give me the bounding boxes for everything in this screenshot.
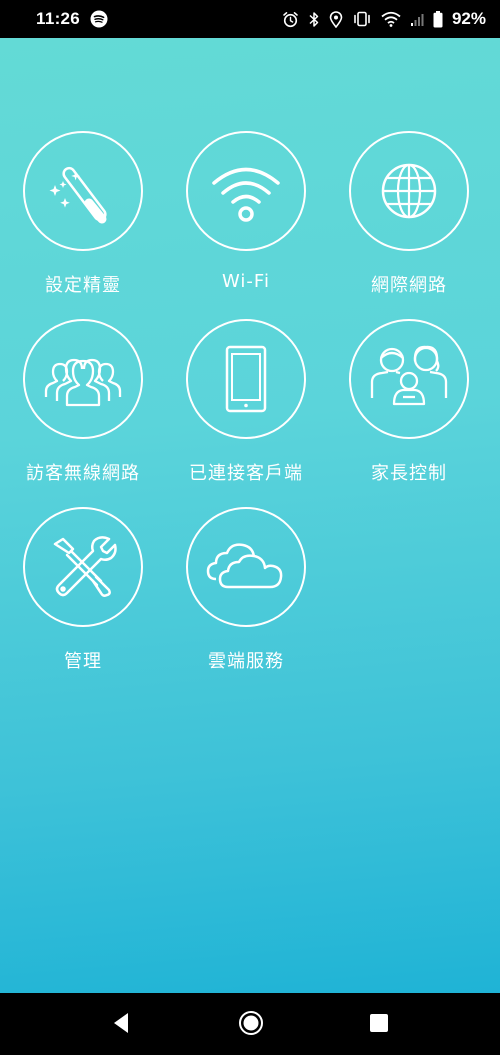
status-time: 11:26 [36, 9, 81, 28]
tile-parental-controls[interactable]: 家長控制 [327, 319, 491, 499]
tile-guest-network[interactable]: 訪客無線網路 [1, 319, 165, 499]
tablet-icon [206, 339, 286, 419]
location-icon [329, 10, 343, 28]
globe-icon [369, 151, 449, 231]
tile-label: 已連接客戶端 [189, 463, 303, 484]
tile-label: 雲端服務 [208, 651, 284, 672]
status-left: 11:26 [36, 9, 108, 29]
wifi-signal-icon [381, 11, 401, 27]
tile-circle [23, 131, 143, 251]
tile-setup-wizard[interactable]: 設定精靈 [1, 131, 165, 311]
tile-management[interactable]: 管理 [1, 507, 165, 687]
tile-label: Wi-Fi [222, 271, 270, 292]
family-icon [364, 334, 454, 424]
wifi-icon [206, 151, 286, 231]
tile-label: 設定精靈 [45, 275, 121, 296]
status-right: 92% [282, 9, 486, 29]
cell-signal-icon [410, 12, 424, 27]
tile-wifi[interactable]: Wi-Fi [164, 131, 328, 311]
tile-label: 家長控制 [371, 463, 447, 484]
tile-circle [23, 507, 143, 627]
tile-label: 管理 [64, 651, 102, 672]
tile-circle [186, 131, 306, 251]
recents-icon[interactable] [369, 1013, 389, 1037]
main-menu-grid: 設定精靈 Wi-Fi 網際網路 訪客無線網路 已連接客戶端 家長控制 管理 雲端… [0, 38, 500, 993]
vibrate-icon [352, 11, 372, 27]
tile-label: 訪客無線網路 [26, 463, 140, 484]
home-icon[interactable] [238, 1010, 264, 1040]
battery-icon [433, 10, 443, 28]
magic-wand-icon [43, 151, 123, 231]
tile-label: 網際網路 [371, 275, 447, 296]
tools-icon [43, 527, 123, 607]
tile-internet[interactable]: 網際網路 [327, 131, 491, 311]
alarm-icon [282, 11, 299, 28]
tile-circle [349, 131, 469, 251]
status-bar: 11:26 92% [0, 0, 500, 38]
back-icon[interactable] [112, 1012, 130, 1038]
tile-circle [186, 319, 306, 439]
navigation-bar [0, 993, 500, 1055]
tile-circle [349, 319, 469, 439]
tile-cloud-services[interactable]: 雲端服務 [164, 507, 328, 687]
tile-circle [186, 507, 306, 627]
tile-connected-clients[interactable]: 已連接客戶端 [164, 319, 328, 499]
tile-circle [23, 319, 143, 439]
spotify-icon [90, 10, 108, 28]
battery-percentage: 92% [451, 9, 486, 28]
cloud-icon [202, 527, 290, 607]
guests-icon [40, 339, 126, 419]
bluetooth-icon [308, 11, 320, 28]
